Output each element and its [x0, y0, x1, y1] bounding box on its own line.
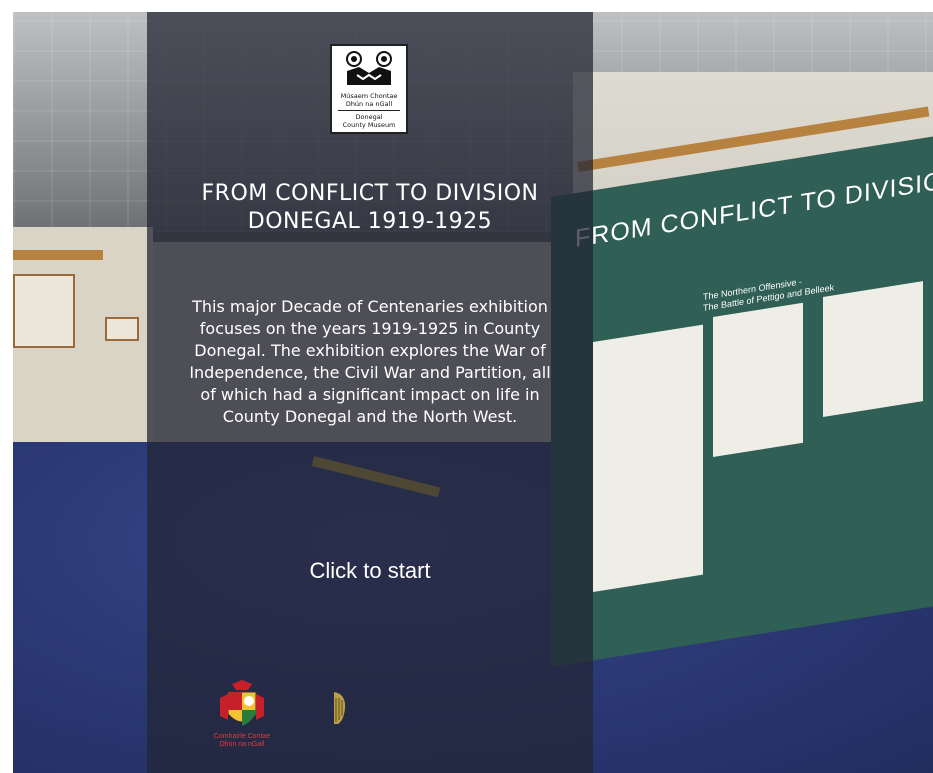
panel-page	[593, 324, 703, 592]
exhibition-description: This major Decade of Centenaries exhibit…	[189, 297, 551, 426]
start-button[interactable]: Click to start	[147, 558, 593, 584]
museum-emblem-icon	[332, 46, 406, 92]
harp-icon	[330, 690, 348, 726]
council-crest-icon	[218, 680, 266, 734]
panel-page	[713, 302, 803, 457]
museum-logo: Músaem Chontae Dhún na nGall Donegal Count…	[330, 44, 408, 134]
museum-name-english: Donegal County Museum	[342, 113, 396, 129]
wall-frame	[13, 274, 75, 348]
wall-frame	[105, 317, 139, 341]
museum-name-irish: Músaem Chontae Dhún na nGall	[340, 92, 398, 108]
wall-beam	[13, 250, 103, 260]
exhibition-title: FROM CONFLICT TO DIVISION DONEGAL 1919-1…	[201, 181, 539, 234]
panel-page	[823, 281, 923, 417]
council-name: Comhairle Contae Dhún na nGall	[213, 733, 271, 748]
